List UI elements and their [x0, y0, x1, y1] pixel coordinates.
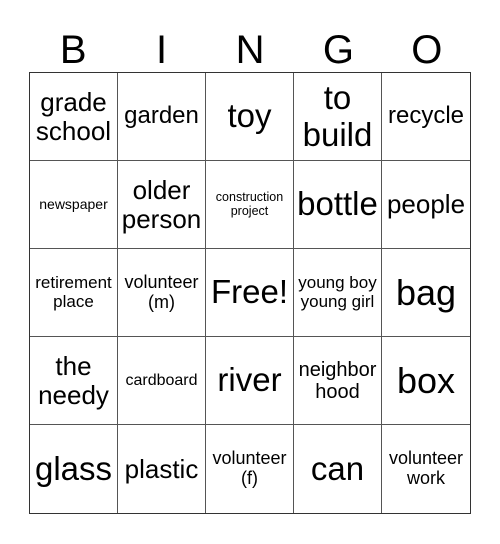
bingo-cell: volunteer (f) [206, 425, 294, 513]
bingo-cell: young boy young girl [294, 249, 382, 337]
header-letter-n: N [235, 28, 265, 72]
bingo-cell: newspaper [30, 161, 118, 249]
bingo-cell: toy [206, 73, 294, 161]
header-letter-i: I [156, 28, 168, 72]
bingo-cell: neighbor hood [294, 337, 382, 425]
header-letter-b: B [59, 28, 87, 72]
bingo-header: B I N G O [29, 28, 471, 72]
bingo-cell: older person [118, 161, 206, 249]
bingo-cell: bottle [294, 161, 382, 249]
bingo-cell: garden [118, 73, 206, 161]
bingo-cell: cardboard [118, 337, 206, 425]
bingo-cell: volunteer work [388, 448, 464, 488]
bingo-cell: people [382, 161, 470, 249]
bingo-cell: plastic [118, 425, 206, 513]
bingo-cell: the needy [30, 337, 118, 425]
bingo-grid: grade school garden toy to build recycle… [29, 72, 471, 514]
bingo-cell: can [294, 425, 382, 513]
bingo-cell: river [206, 337, 294, 425]
bingo-cell: construction project [206, 161, 294, 249]
bingo-cell: bag [382, 249, 470, 337]
bingo-cell: glass [30, 425, 118, 513]
bingo-cell: to build [294, 73, 382, 161]
bingo-cell: grade school [30, 73, 118, 161]
free-space: Free! [206, 249, 294, 337]
bingo-cell: volunteer (m) [118, 249, 206, 337]
header-letter-g: G [322, 28, 354, 72]
bingo-cell: box [382, 337, 470, 425]
bingo-cell: retirement place [30, 249, 118, 337]
bingo-cell: recycle [382, 73, 470, 161]
header-letter-o: O [411, 28, 443, 72]
